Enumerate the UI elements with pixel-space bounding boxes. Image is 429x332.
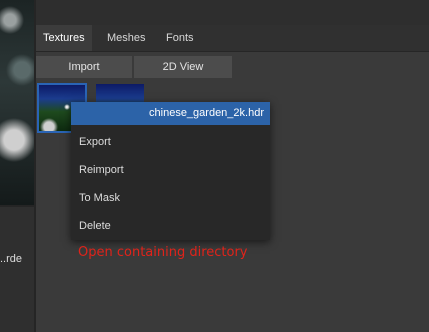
- left-panel: rde..: [0, 0, 34, 332]
- open-directory-tooltip: Open containing directory: [78, 245, 248, 260]
- tab-meshes[interactable]: Meshes: [100, 25, 153, 51]
- top-strip: [36, 0, 429, 25]
- menu-item-delete[interactable]: Delete: [71, 212, 270, 240]
- asset-tab-bar: Textures Meshes Fonts: [36, 25, 429, 52]
- 2d-view-button[interactable]: 2D View: [134, 56, 232, 78]
- left-panel-divider: [0, 205, 34, 207]
- left-panel-item[interactable]: rde..: [0, 244, 34, 274]
- context-menu: chinese_garden_2k.hdr Export Reimport To…: [71, 102, 270, 240]
- menu-item-to-mask[interactable]: To Mask: [71, 184, 270, 212]
- asset-toolbar: Import 2D View: [36, 52, 429, 80]
- tab-fonts[interactable]: Fonts: [159, 25, 201, 51]
- tab-textures[interactable]: Textures: [36, 25, 92, 51]
- menu-item-reimport[interactable]: Reimport: [71, 156, 270, 184]
- import-button[interactable]: Import: [36, 56, 132, 78]
- menu-item-export[interactable]: Export: [71, 128, 270, 156]
- scene-viewport[interactable]: [0, 0, 34, 205]
- context-menu-title: chinese_garden_2k.hdr: [71, 102, 270, 125]
